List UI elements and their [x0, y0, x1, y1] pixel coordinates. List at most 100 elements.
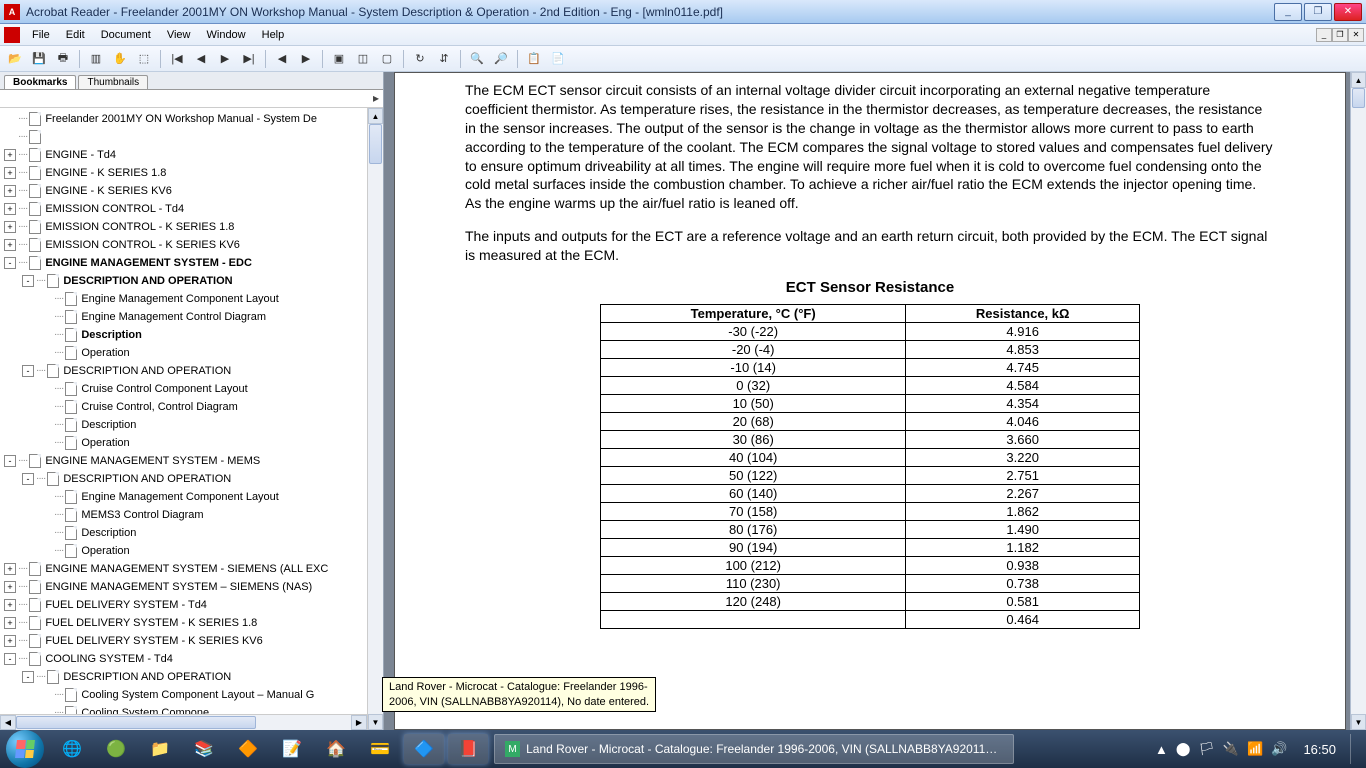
bookmark-item[interactable]: ····Engine Management Control Diagram	[4, 308, 383, 326]
collapse-icon[interactable]: -	[22, 365, 34, 377]
mdi-close-button[interactable]: ✕	[1348, 28, 1364, 42]
taskbar-pin-vlc[interactable]: 🔶	[228, 734, 268, 764]
tray-power-icon[interactable]: 🔌	[1223, 741, 1239, 757]
tray-app-icon[interactable]: ⬤	[1176, 741, 1191, 757]
menu-view[interactable]: View	[159, 27, 199, 43]
scrollbar-thumb[interactable]	[16, 716, 256, 729]
reflow-icon[interactable]: ⇵	[433, 48, 455, 70]
bookmark-item[interactable]: -····ENGINE MANAGEMENT SYSTEM - EDC	[4, 254, 383, 272]
taskbar-microcat[interactable]: 🔷	[404, 734, 444, 764]
bookmark-item[interactable]: -····DESCRIPTION AND OPERATION	[4, 362, 383, 380]
expand-icon[interactable]: +	[4, 239, 16, 251]
taskbar-pin-ie[interactable]: 🌐	[52, 734, 92, 764]
last-page-icon[interactable]: ▶|	[238, 48, 260, 70]
bookmark-item[interactable]: ····Cooling System Compone	[4, 704, 383, 714]
print-icon[interactable]: 🖶	[52, 48, 74, 70]
bookmark-item[interactable]: +····EMISSION CONTROL - K SERIES KV6	[4, 236, 383, 254]
bookmark-item[interactable]: +····ENGINE MANAGEMENT SYSTEM - SIEMENS …	[4, 560, 383, 578]
bookmark-item[interactable]: -····DESCRIPTION AND OPERATION	[4, 668, 383, 686]
bookmark-item[interactable]: -····COOLING SYSTEM - Td4	[4, 650, 383, 668]
scroll-left-icon[interactable]: ◀	[0, 715, 16, 730]
bookmark-item[interactable]: +····ENGINE MANAGEMENT SYSTEM – SIEMENS …	[4, 578, 383, 596]
paste-icon[interactable]: 📄	[547, 48, 569, 70]
taskbar-active-window[interactable]: M Land Rover - Microcat - Catalogue: Fre…	[494, 734, 1014, 764]
sidebar-vertical-scrollbar[interactable]: ▲ ▼	[367, 108, 383, 730]
expand-icon[interactable]: +	[4, 599, 16, 611]
menu-edit[interactable]: Edit	[58, 27, 93, 43]
first-page-icon[interactable]: |◀	[166, 48, 188, 70]
taskbar-pin-app[interactable]: 🏠	[316, 734, 356, 764]
next-page-icon[interactable]: ▶	[214, 48, 236, 70]
prev-page-icon[interactable]: ◀	[190, 48, 212, 70]
bookmark-item[interactable]: ····Operation	[4, 344, 383, 362]
bookmark-item[interactable]: ····Engine Management Component Layout	[4, 488, 383, 506]
scroll-down-icon[interactable]: ▼	[368, 714, 383, 730]
scrollbar-thumb[interactable]	[369, 124, 382, 164]
bookmark-item[interactable]: ····Description	[4, 326, 383, 344]
taskbar-pin-explorer[interactable]: 📁	[140, 734, 180, 764]
expand-icon[interactable]: +	[4, 167, 16, 179]
menu-file[interactable]: File	[24, 27, 58, 43]
document-vertical-scrollbar[interactable]: ▲ ▼	[1350, 72, 1366, 730]
bookmark-item[interactable]: ····Cruise Control Component Layout	[4, 380, 383, 398]
bookmark-item[interactable]: +····EMISSION CONTROL - K SERIES 1.8	[4, 218, 383, 236]
expand-icon[interactable]: +	[4, 635, 16, 647]
mdi-restore-button[interactable]: ❐	[1332, 28, 1348, 42]
collapse-icon[interactable]: -	[4, 257, 16, 269]
expand-icon[interactable]: +	[4, 149, 16, 161]
bookmark-item[interactable]: -····DESCRIPTION AND OPERATION	[4, 470, 383, 488]
bookmark-item[interactable]: ····Engine Management Component Layout	[4, 290, 383, 308]
bookmark-item[interactable]: +····FUEL DELIVERY SYSTEM - K SERIES KV6	[4, 632, 383, 650]
bookmarks-options-button[interactable]	[0, 90, 383, 108]
bookmark-item[interactable]: +····FUEL DELIVERY SYSTEM - Td4	[4, 596, 383, 614]
bookmark-item[interactable]: ····Freelander 2001MY ON Workshop Manual…	[4, 110, 383, 128]
bookmark-item[interactable]: +····EMISSION CONTROL - Td4	[4, 200, 383, 218]
search-icon[interactable]: 🔎	[490, 48, 512, 70]
collapse-icon[interactable]: -	[22, 671, 34, 683]
bookmark-item[interactable]: ····Cooling System Component Layout – Ma…	[4, 686, 383, 704]
bookmark-item[interactable]: +····ENGINE - Td4	[4, 146, 383, 164]
start-button[interactable]	[6, 730, 44, 768]
window-close-button[interactable]: ✕	[1334, 3, 1362, 21]
expand-icon[interactable]: +	[4, 581, 16, 593]
collapse-icon[interactable]: -	[4, 653, 16, 665]
mdi-minimize-button[interactable]: _	[1316, 28, 1332, 42]
tray-show-hidden-icon[interactable]: ▲	[1155, 742, 1168, 757]
show-desktop-button[interactable]	[1350, 734, 1360, 764]
window-minimize-button[interactable]: _	[1274, 3, 1302, 21]
select-tool-icon[interactable]: ⬚	[133, 48, 155, 70]
expand-icon[interactable]: +	[4, 185, 16, 197]
next-view-icon[interactable]: ▶	[295, 48, 317, 70]
document-viewport[interactable]: The ECM ECT sensor circuit consists of a…	[384, 72, 1366, 730]
scroll-up-icon[interactable]: ▲	[1351, 72, 1366, 88]
taskbar-acrobat[interactable]: 📕	[448, 734, 488, 764]
collapse-icon[interactable]: -	[4, 455, 16, 467]
expand-icon[interactable]: +	[4, 617, 16, 629]
bookmark-item[interactable]: ····Operation	[4, 434, 383, 452]
taskbar-clock[interactable]: 16:50	[1303, 742, 1336, 757]
hand-tool-icon[interactable]: ✋	[109, 48, 131, 70]
fit-page-icon[interactable]: ▣	[328, 48, 350, 70]
bookmark-item[interactable]: ····Operation	[4, 542, 383, 560]
window-maximize-button[interactable]: ❐	[1304, 3, 1332, 21]
bookmark-item[interactable]: +····ENGINE - K SERIES KV6	[4, 182, 383, 200]
bookmark-item[interactable]: -····ENGINE MANAGEMENT SYSTEM - MEMS	[4, 452, 383, 470]
scroll-down-icon[interactable]: ▼	[1351, 714, 1366, 730]
collapse-icon[interactable]: -	[22, 275, 34, 287]
menu-window[interactable]: Window	[199, 27, 254, 43]
save-icon[interactable]: 💾	[28, 48, 50, 70]
bookmark-item[interactable]: ····Cruise Control, Control Diagram	[4, 398, 383, 416]
expand-icon[interactable]: +	[4, 563, 16, 575]
taskbar-pin-notepad[interactable]: 📝	[272, 734, 312, 764]
sidebar-horizontal-scrollbar[interactable]: ◀ ▶	[0, 714, 367, 730]
bookmark-item[interactable]: ····MEMS3 Control Diagram	[4, 506, 383, 524]
collapse-icon[interactable]: -	[22, 473, 34, 485]
scrollbar-thumb[interactable]	[1352, 88, 1365, 108]
menu-document[interactable]: Document	[93, 27, 159, 43]
find-icon[interactable]: 🔍	[466, 48, 488, 70]
taskbar-pin-chrome[interactable]: 🟢	[96, 734, 136, 764]
prev-view-icon[interactable]: ◀	[271, 48, 293, 70]
bookmark-item[interactable]: +····ENGINE - K SERIES 1.8	[4, 164, 383, 182]
actual-size-icon[interactable]: ▢	[376, 48, 398, 70]
bookmark-item[interactable]: ····Description	[4, 416, 383, 434]
